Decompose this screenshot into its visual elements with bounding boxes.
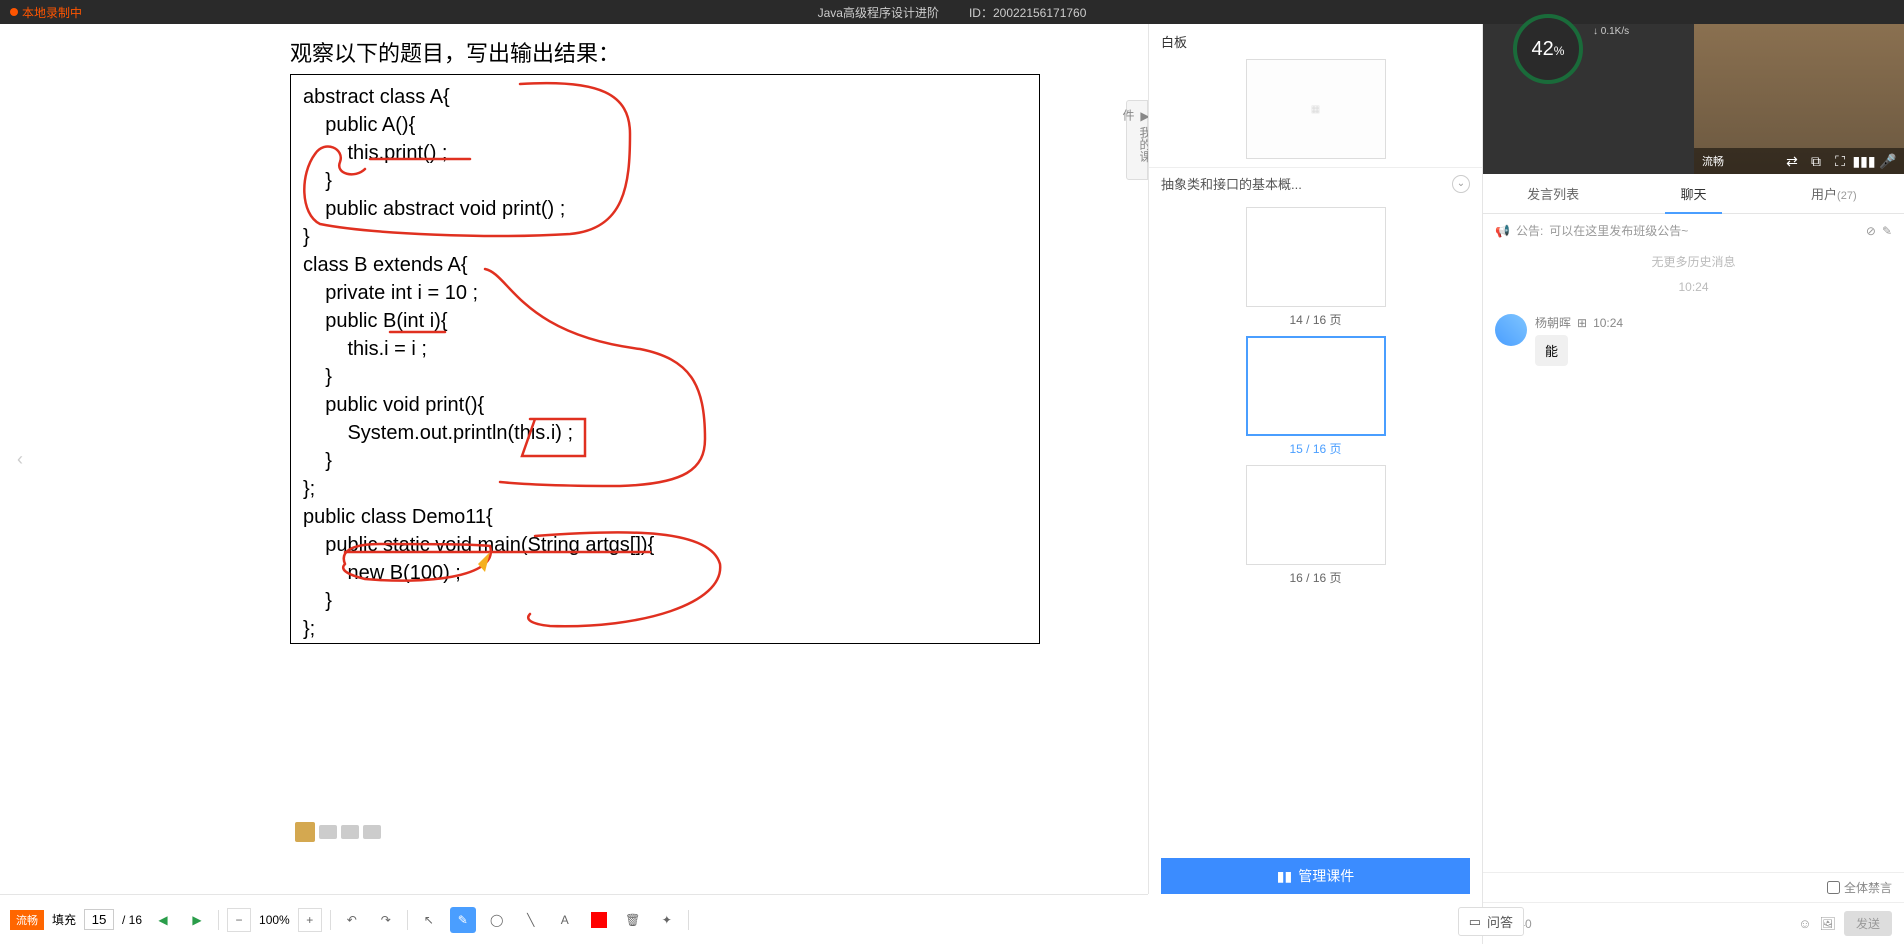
delete-tool-icon[interactable]: 🗑 — [620, 907, 646, 933]
title-area: Java高级程序设计进阶 ID：20022156171760 — [818, 4, 1087, 21]
line-tool-icon[interactable]: ╲ — [518, 907, 544, 933]
mute-all-row: 全体禁言 — [1483, 872, 1904, 902]
image-icon[interactable]: 🖼 — [1819, 916, 1836, 932]
chevron-down-icon[interactable]: ⌄ — [1452, 175, 1470, 193]
fullscreen-icon[interactable]: ⛶ — [1832, 153, 1848, 169]
message-time: 10:24 — [1593, 316, 1623, 330]
recording-indicator: 本地录制中 — [10, 4, 82, 21]
user-name: 杨朝晖 — [1535, 314, 1571, 331]
chat-input-row: 0 / 140 ☺ 🖼 发送 — [1483, 902, 1904, 944]
slide-thumb-16[interactable] — [1246, 465, 1386, 565]
edit-announce-icon[interactable]: ✎ — [1882, 224, 1892, 238]
no-more-history: 无更多历史消息 — [1483, 247, 1904, 276]
code-text: abstract class A{ public A(){ this.print… — [303, 83, 1027, 643]
camera-feed[interactable]: 流畅 ⇄ ⧉ ⛶ ▮▮▮ 🎤 — [1694, 24, 1904, 174]
qa-button[interactable]: ▭ 问答 — [1458, 907, 1524, 936]
manage-courseware-button[interactable]: ▮▮ 管理课件 — [1161, 858, 1470, 894]
mute-all-label: 全体禁言 — [1844, 879, 1892, 896]
announcement-row: 📢 公告: 可以在这里发布班级公告~ ⊘ ✎ — [1483, 214, 1904, 247]
page-indicator-knobs — [295, 822, 381, 842]
shape-tool-icon[interactable]: ◯ — [484, 907, 510, 933]
page-current-input[interactable] — [84, 909, 114, 930]
record-dot-icon — [10, 8, 18, 16]
message-meta: 杨朝晖 ⊞ 10:24 — [1535, 314, 1623, 331]
code-block: abstract class A{ public A(){ this.print… — [290, 74, 1040, 644]
emoji-icon[interactable]: ☺ — [1798, 916, 1811, 932]
chat-message: 杨朝晖 ⊞ 10:24 能 — [1495, 314, 1892, 366]
signal-icon: ▮▮▮ — [1856, 153, 1872, 169]
zoom-out-button[interactable]: − — [227, 908, 251, 932]
tab-chat[interactable]: 聊天 — [1623, 174, 1763, 213]
knob-icon[interactable] — [319, 825, 337, 839]
undo-icon[interactable]: ↶ — [339, 907, 365, 933]
section-title: 抽象类和接口的基本概... — [1161, 174, 1302, 193]
platform-icon: ⊞ — [1577, 316, 1587, 330]
knob-icon[interactable] — [363, 825, 381, 839]
next-page-icon[interactable]: ▶ — [184, 907, 210, 933]
page-total: / 16 — [122, 913, 142, 927]
quality-label[interactable]: 流畅 — [1702, 153, 1724, 169]
mic-icon[interactable]: 🎤 — [1880, 153, 1896, 169]
knob-icon[interactable] — [295, 822, 315, 842]
mute-all-checkbox[interactable] — [1827, 881, 1840, 894]
video-area: 42% ↓ 0.1K/s 流畅 ⇄ ⧉ ⛶ ▮▮▮ 🎤 — [1483, 24, 1904, 174]
eraser-tool-icon[interactable]: ✦ — [654, 907, 680, 933]
text-tool-icon[interactable]: A — [552, 907, 578, 933]
knob-icon[interactable] — [341, 825, 359, 839]
message-bubble: 能 — [1535, 335, 1568, 366]
color-picker[interactable] — [586, 907, 612, 933]
document-content: 观察以下的题目，写出输出结果： abstract class A{ public… — [40, 24, 1128, 884]
network-speed: ↓ 0.1K/s — [1593, 26, 1629, 37]
bars-icon: ▮▮ — [1277, 868, 1292, 885]
slides-list[interactable]: 14 / 16 页 15 / 16 页 16 / 16 页 — [1149, 199, 1482, 869]
tab-speakers[interactable]: 发言列表 — [1483, 174, 1623, 213]
top-bar: 本地录制中 Java高级程序设计进阶 ID：20022156171760 — [0, 0, 1904, 24]
announce-text: 可以在这里发布班级公告~ — [1549, 222, 1688, 239]
swap-icon[interactable]: ⇄ — [1784, 153, 1800, 169]
zoom-in-button[interactable]: + — [298, 908, 322, 932]
prev-page-icon[interactable]: ◀ — [150, 907, 176, 933]
redo-icon[interactable]: ↷ — [373, 907, 399, 933]
announce-label: 公告: — [1516, 222, 1543, 239]
video-controls: 流畅 ⇄ ⧉ ⛶ ▮▮▮ 🎤 — [1694, 148, 1904, 174]
pointer-tool-icon[interactable]: ↖ — [416, 907, 442, 933]
bottom-toolbar: 流畅 填充 / 16 ◀ ▶ − 100% + ↶ ↷ ↖ ✎ ◯ ╲ A 🗑 … — [0, 894, 1148, 944]
chat-body[interactable]: 杨朝晖 ⊞ 10:24 能 — [1483, 298, 1904, 872]
whiteboard-label: 白板 — [1149, 24, 1482, 59]
slide-label-14: 14 / 16 页 — [1149, 311, 1482, 328]
stream-quality-badge[interactable]: 流畅 — [10, 910, 44, 930]
ban-icon[interactable]: ⊘ — [1866, 224, 1876, 238]
whiteboard-thumb[interactable]: ▦ — [1246, 59, 1386, 159]
prev-slide-handle[interactable]: ‹ — [10, 439, 30, 479]
pen-tool-icon[interactable]: ✎ — [450, 907, 476, 933]
megaphone-icon: 📢 — [1495, 224, 1510, 238]
performance-gauge: 42% — [1513, 14, 1583, 84]
slide-label-16: 16 / 16 页 — [1149, 569, 1482, 586]
slide-thumb-15[interactable] — [1246, 336, 1386, 436]
avatar[interactable] — [1495, 314, 1527, 346]
my-courseware-tab[interactable]: ▶ 我的课件 — [1126, 100, 1148, 180]
send-button[interactable]: 发送 — [1844, 911, 1892, 936]
fill-label: 填充 — [52, 911, 76, 928]
question-text: 观察以下的题目，写出输出结果： — [290, 36, 1128, 68]
session-id: ID：20022156171760 — [969, 4, 1086, 21]
courseware-section-header[interactable]: 抽象类和接口的基本概... ⌄ — [1149, 167, 1482, 199]
popout-icon[interactable]: ⧉ — [1808, 153, 1824, 169]
recording-label: 本地录制中 — [22, 4, 82, 21]
slide-thumb-14[interactable] — [1246, 207, 1386, 307]
time-divider: 10:24 — [1483, 276, 1904, 298]
right-panel: 42% ↓ 0.1K/s 流畅 ⇄ ⧉ ⛶ ▮▮▮ 🎤 发言列表 聊天 用户(2… — [1482, 24, 1904, 944]
qa-icon: ▭ — [1469, 914, 1481, 930]
tab-users[interactable]: 用户(27) — [1764, 174, 1904, 213]
chat-tabs: 发言列表 聊天 用户(27) — [1483, 174, 1904, 214]
zoom-level: 100% — [259, 913, 290, 927]
thumbnail-panel: 白板 ▦ 抽象类和接口的基本概... ⌄ 14 / 16 页 15 / 16 页… — [1148, 24, 1482, 894]
slide-area: ‹ 观察以下的题目，写出输出结果： abstract class A{ publ… — [0, 24, 1148, 894]
course-title: Java高级程序设计进阶 — [818, 4, 939, 21]
slide-label-15: 15 / 16 页 — [1149, 440, 1482, 457]
